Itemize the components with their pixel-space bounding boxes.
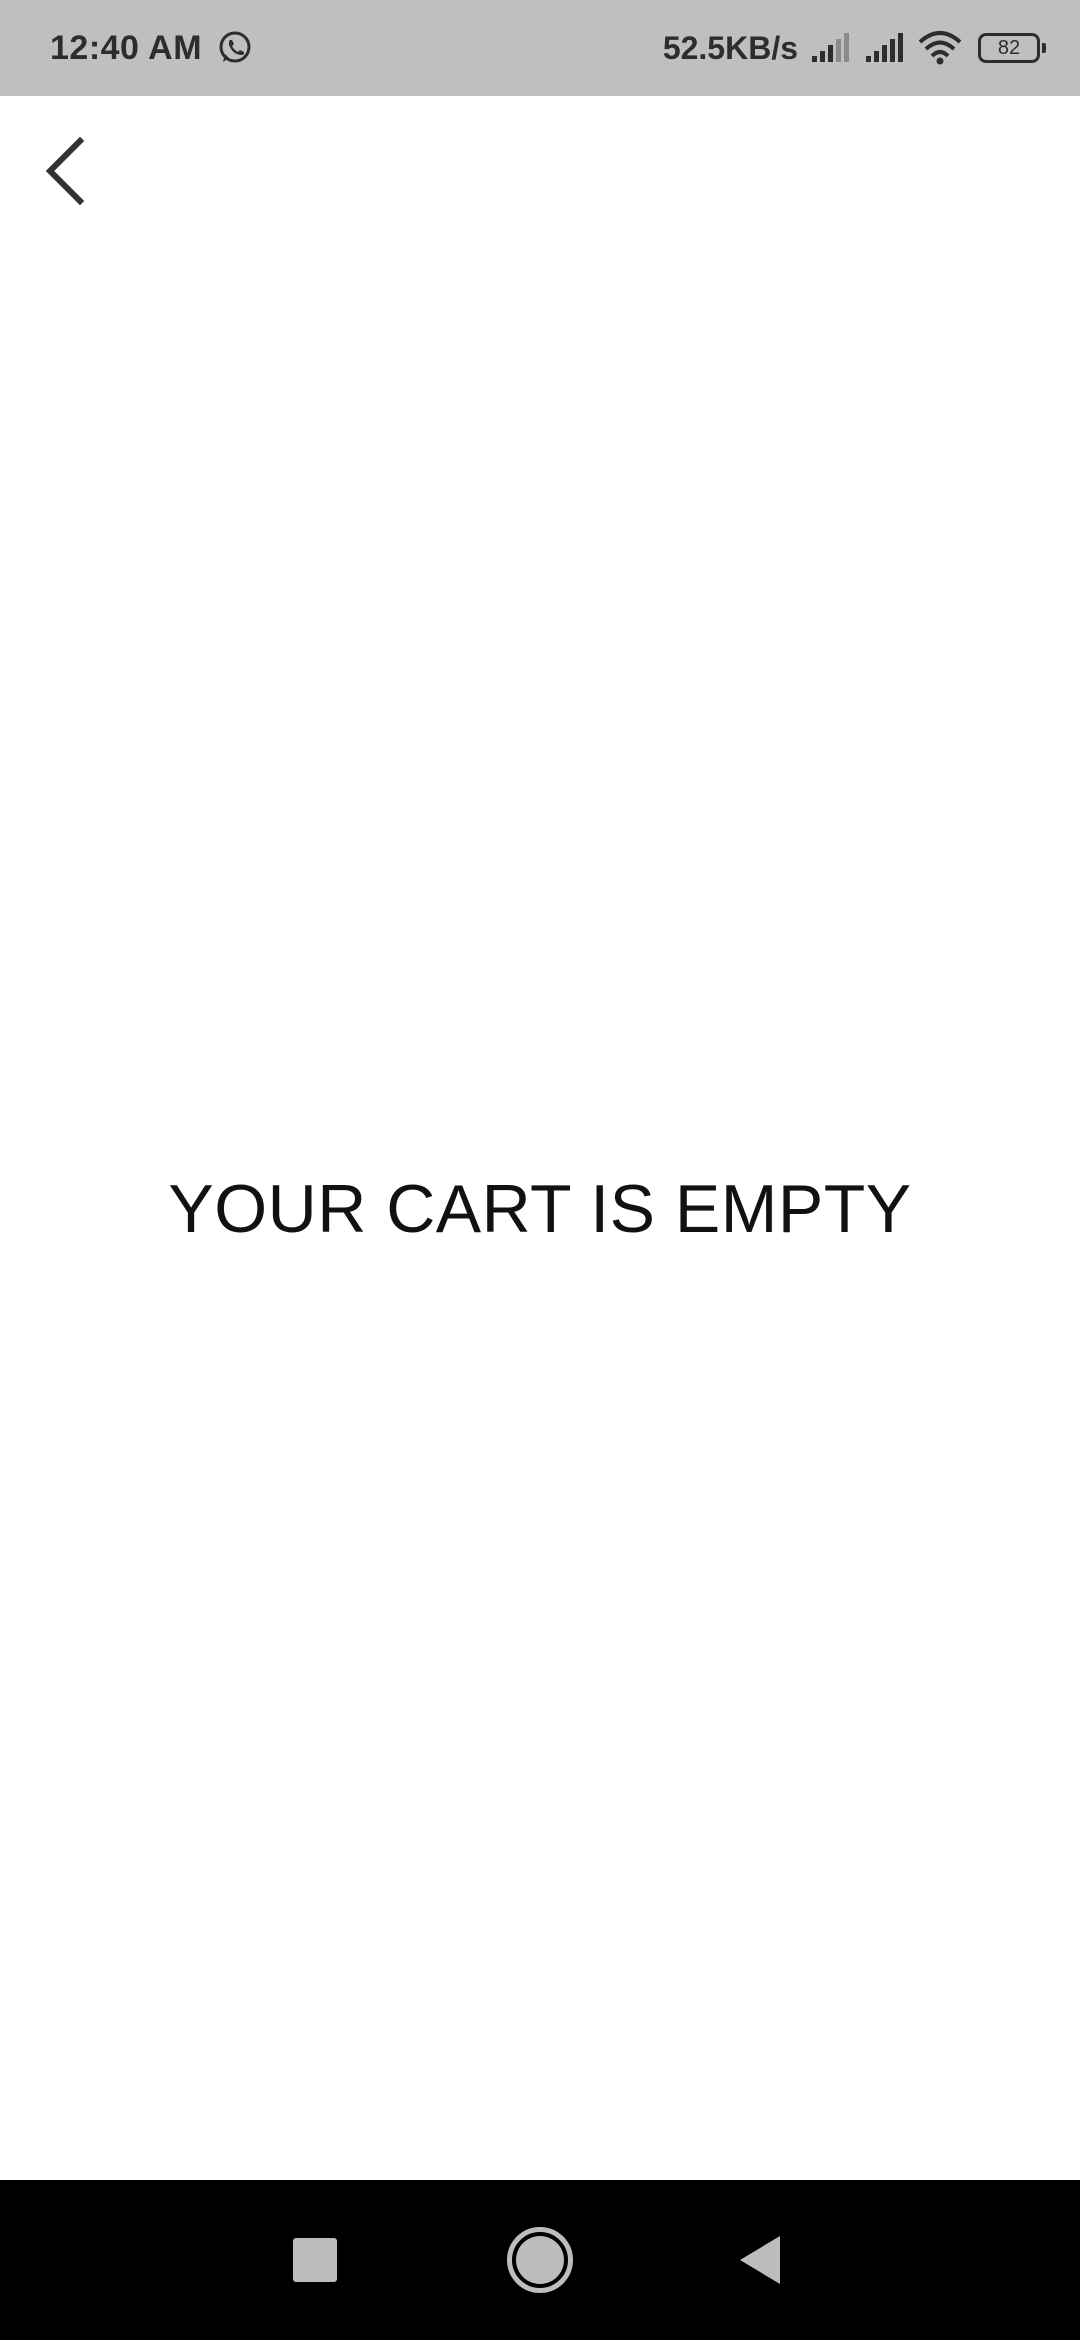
home-icon (507, 2227, 573, 2293)
home-dot (516, 2236, 564, 2284)
empty-cart-message: YOUR CART IS EMPTY (168, 1171, 912, 1247)
wifi-icon (918, 30, 962, 66)
battery-icon: 82 (978, 33, 1046, 63)
navigation-bar (0, 2180, 1080, 2340)
status-bar: 12:40 AM 52.5KB/s 82 (0, 0, 1080, 96)
network-speed: 52.5KB/s (662, 29, 798, 66)
battery-level: 82 (997, 36, 1021, 59)
recents-icon (293, 2238, 337, 2282)
status-left: 12:40 AM (50, 0, 254, 96)
status-right: 52.5KB/s 82 (662, 0, 1046, 96)
chevron-left-icon (42, 136, 88, 206)
system-back-button[interactable] (690, 2180, 830, 2340)
cart-screen: 12:40 AM 52.5KB/s 82 YOUR CART IS EMPTY (0, 0, 1080, 2340)
whatsapp-icon (216, 29, 254, 67)
recents-button[interactable] (245, 2180, 385, 2340)
back-icon (736, 2234, 784, 2286)
signal-icon (810, 32, 852, 64)
status-time: 12:40 AM (50, 28, 203, 67)
signal-icon (864, 32, 906, 64)
home-button[interactable] (470, 2180, 610, 2340)
back-button[interactable] (20, 126, 110, 216)
